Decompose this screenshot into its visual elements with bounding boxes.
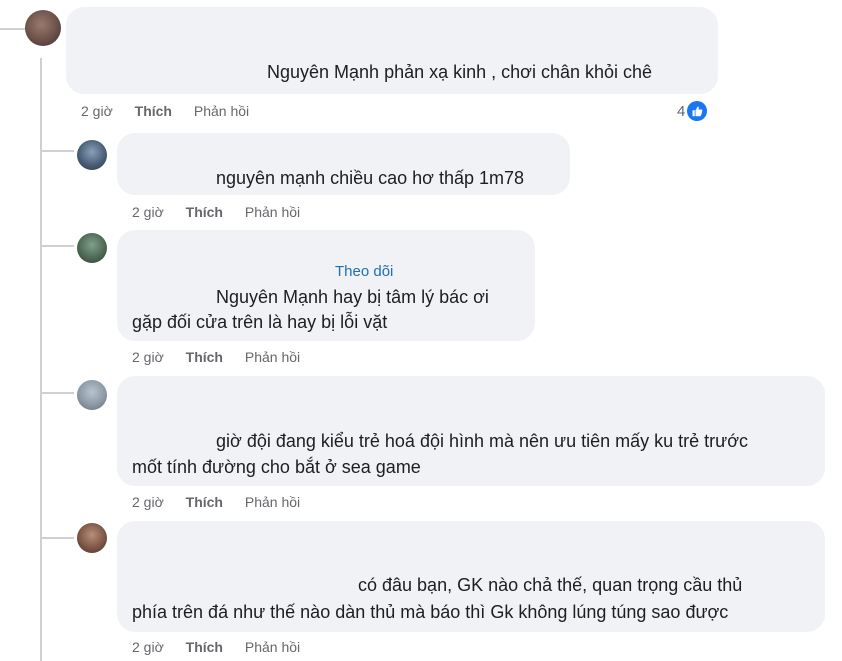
comment-text: có đâu bạn, GK nào chả thế, quan trọng c… <box>358 575 743 595</box>
thread-line-top <box>0 28 26 30</box>
like-button[interactable]: Thích <box>135 103 172 119</box>
comment-actions: 2 giờ Thích Phản hồi <box>81 103 249 119</box>
reply-button[interactable]: Phản hồi <box>245 494 300 510</box>
follow-link[interactable]: Theo dõi <box>335 263 393 280</box>
comment-time[interactable]: 2 giờ <box>132 349 164 365</box>
comment-text: phía trên đá như thế nào dàn thủ mà báo … <box>132 602 729 622</box>
reply-button[interactable]: Phản hồi <box>245 349 300 365</box>
like-button[interactable]: Thích <box>186 349 223 365</box>
reaction-summary[interactable]: 4 <box>677 101 708 121</box>
reply-button[interactable]: Phản hồi <box>245 639 300 655</box>
comment-actions: 2 giờ Thích Phản hồi <box>132 639 300 655</box>
like-button[interactable]: Thích <box>186 639 223 655</box>
comment-actions: 2 giờ Thích Phản hồi <box>132 204 300 220</box>
comment-text: giờ đội đang kiểu trẻ hoá đội hình mà nê… <box>216 431 748 451</box>
comment-time[interactable]: 2 giờ <box>81 103 113 119</box>
comment-text: gặp đối cửa trên là hay bị lỗi vặt <box>132 312 388 332</box>
comment-text: Nguyên Mạnh hay bị tâm lý bác ơi <box>216 287 489 307</box>
comment-time[interactable]: 2 giờ <box>132 494 164 510</box>
comment-actions: 2 giờ Thích Phản hồi <box>132 494 300 510</box>
comment-bubble: nguyên mạnh chiều cao hơ thấp 1m78 <box>117 133 570 195</box>
comment-text: Nguyên Mạnh phản xạ kinh , chơi chân khỏ… <box>267 62 653 82</box>
comment-bubble: Nguyên Mạnh phản xạ kinh , chơi chân khỏ… <box>66 7 718 94</box>
avatar[interactable] <box>77 380 107 410</box>
avatar[interactable] <box>25 10 61 46</box>
avatar[interactable] <box>77 233 107 263</box>
reaction-count: 4 <box>677 102 686 120</box>
comment-time[interactable]: 2 giờ <box>132 204 164 220</box>
like-button[interactable]: Thích <box>186 204 223 220</box>
comment-bubble: giờ đội đang kiểu trẻ hoá đội hình mà nê… <box>117 376 825 486</box>
avatar[interactable] <box>77 523 107 553</box>
thread-line-branch <box>40 537 74 539</box>
like-icon <box>687 101 708 121</box>
comment-bubble: có đâu bạn, GK nào chả thế, quan trọng c… <box>117 521 825 632</box>
thread-line-branch <box>40 245 74 247</box>
reply-button[interactable]: Phản hồi <box>194 103 249 119</box>
like-button[interactable]: Thích <box>186 494 223 510</box>
thumbs-up-icon <box>692 106 703 117</box>
thread-line-branch <box>40 392 74 394</box>
comment-text: nguyên mạnh chiều cao hơ thấp 1m78 <box>216 168 525 188</box>
comment-text: mốt tính đường cho bắt ở sea game <box>132 457 421 477</box>
comment-bubble: Theo dõi Nguyên Mạnh hay bị tâm lý bác ơ… <box>117 230 535 341</box>
thread-line-branch <box>40 150 74 152</box>
thread-line-main <box>40 58 42 661</box>
comment-actions: 2 giờ Thích Phản hồi <box>132 349 300 365</box>
comment-time[interactable]: 2 giờ <box>132 639 164 655</box>
reply-button[interactable]: Phản hồi <box>245 204 300 220</box>
avatar[interactable] <box>77 140 107 170</box>
